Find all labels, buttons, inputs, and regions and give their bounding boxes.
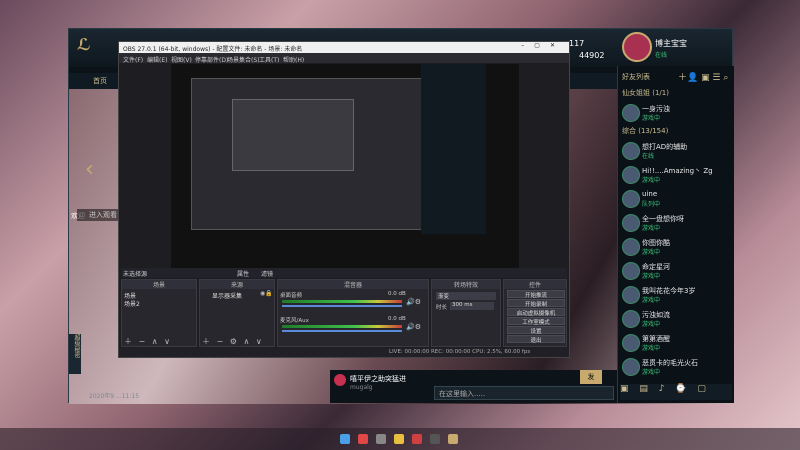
menu-docks[interactable]: 停靠部件(D) xyxy=(195,55,228,64)
settings-button[interactable]: 设置 xyxy=(507,326,565,335)
source-controls-icon[interactable]: ＋ − ⚙ ∧ ∨ xyxy=(202,336,264,347)
chat-strip: 嘻平伊之助突猛进 mugalg 在这里输入..... 发 xyxy=(330,370,617,403)
nested-friends-list xyxy=(421,64,486,234)
currency-be: 117 xyxy=(569,39,585,48)
sources-dock: 来源 显示器采集 ◉🔒 ＋ − ⚙ ∧ ∨ xyxy=(199,279,275,347)
properties-button[interactable]: 属性 xyxy=(237,269,249,278)
list-item[interactable]: 一身污浊 游戏中 xyxy=(618,102,734,122)
list-item[interactable]: 你图你酷 游戏中 xyxy=(618,236,734,256)
nested-preview-inner xyxy=(232,99,354,171)
list-item[interactable]: uine 队列中 xyxy=(618,188,734,208)
friends-toolbar[interactable]: ▣ ▤ ♪ ⌚ ▢ xyxy=(620,384,732,400)
friends-header: 好友列表 xyxy=(622,73,650,81)
profile-status: 在线 xyxy=(655,52,668,59)
controls-header: 控件 xyxy=(504,280,566,289)
speaker-icon[interactable]: 🔊⚙ xyxy=(406,298,421,306)
menu-scene-collection[interactable]: 场景集合(S) xyxy=(227,55,260,64)
transitions-header: 转场特效 xyxy=(432,280,500,289)
obs-preview[interactable] xyxy=(171,64,519,270)
lol-logo-icon[interactable]: ℒ xyxy=(77,35,91,54)
mixer-desktop-db: 0.0 dB xyxy=(388,291,406,297)
lol-app-icon[interactable] xyxy=(448,434,458,444)
friends-panel: 好友列表 ＋👤 ▣ ☰ ⌕ 仙女姐姐 (1/1) 一身污浊 游戏中 综合 (13/… xyxy=(617,66,734,403)
start-streaming-button[interactable]: 开始推流 xyxy=(507,290,565,299)
menu-file[interactable]: 文件(F) xyxy=(123,55,143,64)
start-recording-button[interactable]: 开始录制 xyxy=(507,299,565,308)
mixer-header: 混音器 xyxy=(278,280,428,289)
avatar xyxy=(334,374,346,386)
profile-avatar[interactable] xyxy=(622,32,652,62)
menu-edit[interactable]: 编辑(E) xyxy=(147,55,167,64)
window-controls-icon[interactable]: –▢✕ xyxy=(521,42,565,49)
desktop-volume-slider[interactable] xyxy=(282,305,402,307)
list-item[interactable]: Hi!!....Amazing丶 Zg 游戏中 xyxy=(618,164,734,184)
chevron-left-icon[interactable]: ‹ xyxy=(85,157,94,182)
source-item[interactable]: 显示器采集 xyxy=(212,291,242,300)
list-item[interactable]: 我叫花花今年3岁 游戏中 xyxy=(618,284,734,304)
list-item[interactable]: 全一盘想你呀 游戏中 xyxy=(618,212,734,232)
scene-controls-icon[interactable]: ＋ − ∧ ∨ xyxy=(124,336,172,347)
timer-text: 2020年9 ...11:15 xyxy=(89,393,140,400)
list-item[interactable]: 命定星河 游戏中 xyxy=(618,260,734,280)
list-item[interactable]: 第第酒醒 游戏中 xyxy=(618,332,734,352)
studio-mode-button[interactable]: 工作室模式 xyxy=(507,317,565,326)
desktop-meter xyxy=(282,300,402,303)
virtual-camera-button[interactable]: 启动虚拟摄像机 xyxy=(507,308,565,317)
controls-dock: 控件 开始推流 开始录制 启动虚拟摄像机 工作室模式 设置 退出 xyxy=(503,279,567,347)
obs-menu: 文件(F) 编辑(E) 视图(V) 停靠部件(D) 场景集合(S) 工具(T) … xyxy=(119,53,569,64)
start-icon[interactable] xyxy=(340,434,350,444)
app-icon[interactable] xyxy=(412,434,422,444)
exit-button[interactable]: 退出 xyxy=(507,335,565,344)
currency-rp: 44902 xyxy=(579,51,605,60)
no-source-label: 未选择源 xyxy=(123,271,148,278)
source-toolbar: 未选择源 属性 滤镜 xyxy=(121,268,567,278)
scenes-header: 场景 xyxy=(122,280,196,289)
menu-help[interactable]: 帮助(H) xyxy=(283,55,304,64)
eye-icon[interactable]: ◉🔒 xyxy=(260,290,273,297)
obs-title-bar: OBS 27.0.1 (64-bit, windows) - 配置文件: 未命名… xyxy=(119,42,569,53)
app-icon[interactable] xyxy=(358,434,368,444)
profile-name: 博主宝宝 xyxy=(655,39,687,48)
nav-home[interactable]: 首页 xyxy=(93,76,107,86)
side-tab[interactable]: 超级秘密 xyxy=(69,334,81,374)
mic-meter xyxy=(282,325,402,328)
add-friend-icon[interactable]: ＋👤 ▣ ☰ ⌕ xyxy=(678,70,728,83)
filters-button[interactable]: 滤镜 xyxy=(261,269,273,278)
obs-app-icon[interactable] xyxy=(430,434,440,444)
mic-speaker-icon[interactable]: 🔊⚙ xyxy=(406,323,421,331)
obs-status-bar: LIVE: 00:00:00 REC: 00:00:00 CPU: 2.5%, … xyxy=(119,348,569,357)
group-fairy[interactable]: 仙女姐姐 (1/1) xyxy=(622,88,669,98)
send-button[interactable]: 发 xyxy=(580,370,602,384)
chat-sender: 嘻平伊之助突猛进 xyxy=(350,375,406,383)
group-general[interactable]: 综合 (13/154) xyxy=(622,126,668,136)
mixer-dock: 混音器 桌面音频 0.0 dB 🔊⚙ 麦克风/Aux 0.0 dB 🔊⚙ xyxy=(277,279,429,347)
list-item[interactable]: 想打AD的辅助 在线 xyxy=(618,140,734,160)
scenes-dock: 场景 场景 场景2 ＋ − ∧ ∨ xyxy=(121,279,197,347)
chat-sender-sub: mugalg xyxy=(350,384,373,391)
chat-input[interactable]: 在这里输入..... xyxy=(434,386,614,400)
list-item[interactable]: 恶贯卡的毛光火石 游戏中 xyxy=(618,356,734,376)
menu-view[interactable]: 视图(V) xyxy=(171,55,192,64)
app-icon[interactable] xyxy=(376,434,386,444)
app-icon[interactable] xyxy=(394,434,404,444)
obs-title: OBS 27.0.1 (64-bit, windows) - 配置文件: 未命名… xyxy=(123,46,303,53)
sources-header: 来源 xyxy=(200,280,274,289)
obs-window: OBS 27.0.1 (64-bit, windows) - 配置文件: 未命名… xyxy=(118,41,570,358)
status-text: LIVE: 00:00:00 REC: 00:00:00 CPU: 2.5%, … xyxy=(389,349,531,355)
mixer-desktop-label: 桌面音频 xyxy=(280,293,303,299)
taskbar xyxy=(0,428,800,450)
transition-select[interactable]: 渐变 xyxy=(436,292,496,300)
menu-tools[interactable]: 工具(T) xyxy=(259,55,279,64)
list-item[interactable]: 污浊如流 游戏中 xyxy=(618,308,734,328)
duration-label: 时长 xyxy=(436,305,448,311)
mic-volume-slider[interactable] xyxy=(282,330,402,332)
mixer-mic-db: 0.0 dB xyxy=(388,316,406,322)
transitions-dock: 转场特效 渐变 时长 300 ms xyxy=(431,279,501,347)
mixer-mic-label: 麦克风/Aux xyxy=(280,318,309,324)
scene-item[interactable]: 场景2 xyxy=(124,299,140,308)
nested-preview xyxy=(191,78,443,230)
duration-input[interactable]: 300 ms xyxy=(450,302,494,310)
